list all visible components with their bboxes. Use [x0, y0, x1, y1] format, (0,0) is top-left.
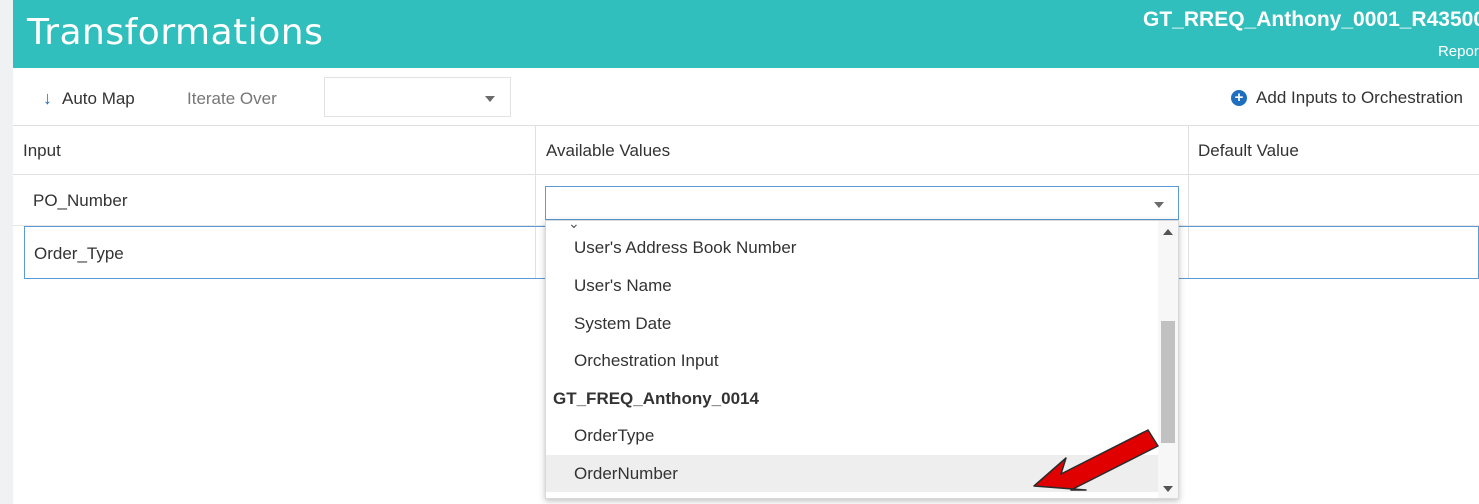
dropdown-option[interactable]: Orchestration Input	[546, 342, 1158, 379]
dropdown-group-header: GT_FREQ_Anthony_0014	[553, 389, 759, 408]
scroll-up-arrow-icon[interactable]	[1163, 229, 1173, 235]
arrow-down-icon: ↓	[43, 88, 52, 108]
orchestration-name: GT_RREQ_Anthony_0001_R43500	[1143, 8, 1479, 31]
auto-map-button[interactable]: ↓ Auto Map	[43, 88, 135, 109]
chevron-down-icon	[1154, 202, 1164, 208]
orchestration-type: Report	[1437, 43, 1479, 60]
scroll-down-arrow-icon[interactable]	[1163, 486, 1173, 492]
add-inputs-label: Add Inputs to Orchestration	[1256, 88, 1463, 107]
iterate-over-select[interactable]	[324, 77, 511, 117]
scrollbar-thumb[interactable]	[1161, 321, 1175, 443]
dropdown-option[interactable]: User's Name	[546, 267, 1158, 304]
available-values-select[interactable]	[545, 186, 1179, 220]
annotation-arrow-icon	[1033, 429, 1159, 491]
input-name-cell: Order_Type	[34, 244, 124, 263]
page-title: Transformations	[27, 12, 324, 53]
dropdown-option[interactable]: System Date	[546, 305, 1158, 342]
iterate-over-label: Iterate Over	[187, 89, 277, 108]
page-header: Transformations GT_RREQ_Anthony_0001_R43…	[13, 0, 1479, 68]
column-header-input: Input	[23, 141, 61, 160]
grid-header: Input Available Values Default Value	[13, 125, 1479, 175]
column-header-default-value: Default Value	[1198, 141, 1299, 160]
input-name-cell: PO_Number	[33, 191, 128, 210]
column-header-available-values: Available Values	[546, 141, 671, 160]
transformations-panel: ↓ Auto Map Iterate Over + Add Inputs to …	[13, 68, 1479, 504]
dropdown-option[interactable]: User's Address Book Number	[546, 229, 1158, 266]
add-inputs-button[interactable]: + Add Inputs to Orchestration	[1231, 88, 1463, 108]
plus-circle-icon: +	[1231, 90, 1248, 106]
toolbar: ↓ Auto Map Iterate Over + Add Inputs to …	[13, 68, 1479, 126]
chevron-down-icon	[485, 96, 495, 102]
auto-map-label: Auto Map	[62, 88, 135, 108]
